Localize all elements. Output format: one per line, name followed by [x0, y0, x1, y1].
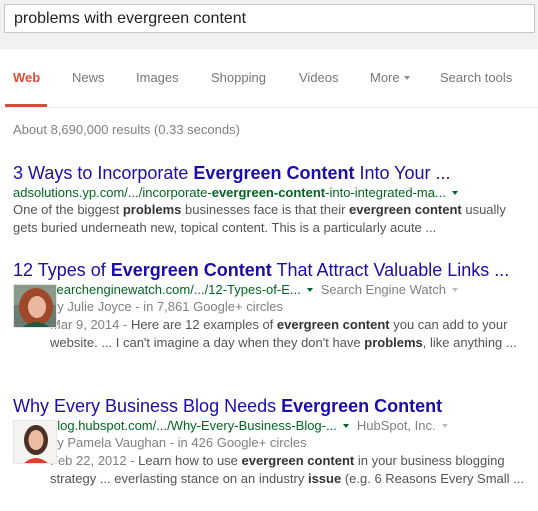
chevron-down-icon: [403, 75, 410, 80]
search-result: 12 Types of Evergreen Content That Attra…: [13, 259, 533, 352]
result-date: Feb 22, 2012 -: [50, 453, 139, 468]
snippet-text: Here are 12 examples of: [130, 317, 277, 332]
author-photo-pamela-vaughan[interactable]: [13, 420, 57, 464]
result-snippet: Mar 9, 2014 - Here are 12 examples of ev…: [50, 316, 533, 352]
tab-web[interactable]: Web: [13, 70, 40, 85]
publisher-caret-icon[interactable]: [441, 423, 448, 428]
url-options-caret-icon[interactable]: [451, 190, 458, 195]
snippet-text: (e.g. 6 Reasons Every Small ...: [341, 471, 525, 486]
url-text: adsolutions.yp.com/.../incorporate-: [13, 185, 212, 200]
result-snippet: One of the biggest problems businesses f…: [13, 201, 533, 237]
title-text: Why Every Business Blog Needs: [13, 396, 282, 416]
result-stats: About 8,690,000 results (0.33 seconds): [13, 122, 240, 137]
author-photo-julie-joyce[interactable]: [13, 284, 57, 328]
result-url: adsolutions.yp.com/.../incorporate-everg…: [13, 184, 533, 201]
author-byline[interactable]: by Julie Joyce - in 7,861 Google+ circle…: [50, 298, 533, 316]
title-highlight: Evergreen Content: [110, 260, 272, 280]
result-title-link[interactable]: 12 Types of Evergreen Content That Attra…: [13, 259, 533, 281]
result-title-link[interactable]: 3 Ways to Incorporate Evergreen Content …: [13, 162, 533, 184]
url-options-caret-icon[interactable]: [306, 287, 313, 292]
tab-more[interactable]: More: [370, 70, 410, 85]
snippet-highlight: evergreen content: [241, 453, 355, 468]
title-text: That Attract Valuable Links ...: [271, 260, 510, 280]
tab-search-tools[interactable]: Search tools: [440, 70, 512, 85]
publisher-caret-icon[interactable]: [452, 287, 458, 292]
title-text: 12 Types of: [13, 260, 111, 280]
search-box[interactable]: [4, 4, 535, 33]
url-highlight: evergreen-content: [211, 185, 326, 200]
publisher-name[interactable]: Search Engine Watch: [321, 282, 446, 297]
snippet-highlight: evergreen content: [276, 317, 390, 332]
title-text: Into Your ...: [354, 163, 451, 183]
tab-shopping[interactable]: Shopping: [211, 70, 266, 85]
snippet-text: , like anything ...: [422, 335, 517, 350]
search-result: 3 Ways to Incorporate Evergreen Content …: [13, 162, 533, 237]
snippet-highlight: problems: [364, 335, 423, 350]
url-text: searchenginewatch.com/.../12-Types-of-E.…: [50, 282, 301, 297]
search-result: Why Every Business Blog Needs Evergreen …: [13, 395, 533, 488]
result-url: blog.hubspot.com/.../Why-Every-Business-…: [50, 417, 533, 434]
snippet-highlight: issue: [307, 471, 342, 486]
result-title-link[interactable]: Why Every Business Blog Needs Evergreen …: [13, 395, 533, 417]
result-snippet: Feb 22, 2012 - Learn how to use evergree…: [50, 452, 533, 488]
snippet-text: Learn how to use: [138, 453, 242, 468]
tab-images[interactable]: Images: [136, 70, 179, 85]
snippet-text: businesses face is that their: [181, 202, 350, 217]
active-tab-indicator: [5, 104, 47, 107]
search-tabs: Web News Images Shopping Videos More Sea…: [0, 49, 538, 108]
tab-videos[interactable]: Videos: [299, 70, 339, 85]
search-header: [0, 0, 538, 49]
title-highlight: Evergreen Content: [193, 163, 355, 183]
title-text: 3 Ways to Incorporate: [13, 163, 194, 183]
result-url: searchenginewatch.com/.../12-Types-of-E.…: [50, 281, 533, 298]
url-text: -into-integrated-ma...: [325, 185, 446, 200]
url-text: blog.hubspot.com/.../Why-Every-Business-…: [50, 418, 337, 433]
publisher-name[interactable]: HubSpot, Inc.: [357, 418, 436, 433]
tab-news[interactable]: News: [72, 70, 105, 85]
snippet-highlight: problems: [122, 202, 182, 217]
snippet-highlight: evergreen content: [349, 202, 462, 217]
author-byline[interactable]: by Pamela Vaughan - in 426 Google+ circl…: [50, 434, 533, 452]
tab-more-label: More: [370, 70, 400, 85]
title-highlight: Evergreen Content: [281, 396, 443, 416]
search-input[interactable]: [5, 5, 534, 32]
result-date: Mar 9, 2014 -: [50, 317, 131, 332]
url-options-caret-icon[interactable]: [342, 423, 349, 428]
snippet-text: One of the biggest: [13, 202, 123, 217]
